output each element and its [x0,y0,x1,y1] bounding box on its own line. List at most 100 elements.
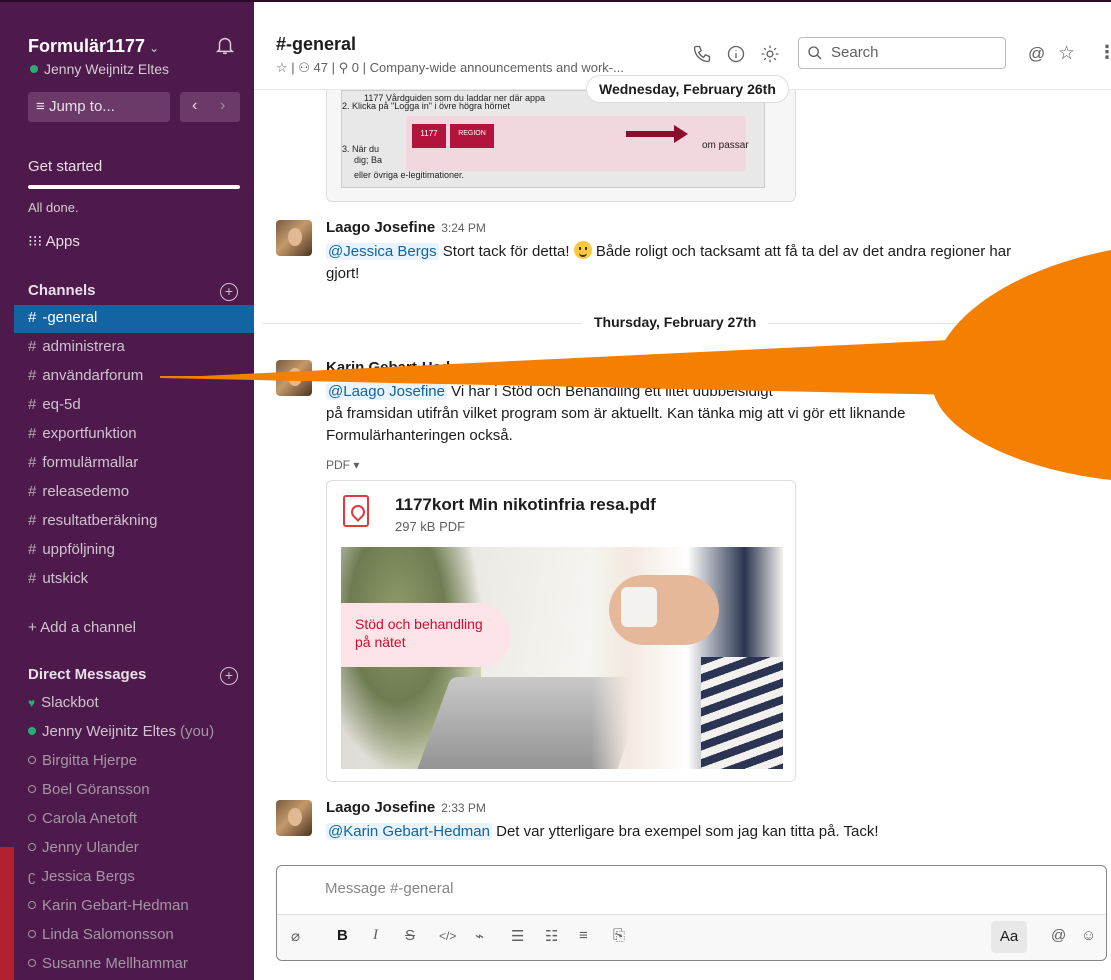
status-icon: ʗ [28,868,36,885]
dm-item-jenny-ulander[interactable]: Jenny Ulander [28,839,139,856]
code-icon[interactable]: </> [439,929,456,943]
channel-item-general[interactable]: # -general [14,305,254,333]
date-divider-label[interactable]: Thursday, February 27th [582,309,769,335]
blockquote-icon[interactable]: ≡ [579,927,588,944]
search-list-icon: ≡ [36,98,45,115]
channel-item-formularmallar[interactable]: # formulärmallar [14,450,254,478]
code-block-icon[interactable]: ⎘ [613,927,625,944]
members-icon[interactable]: ⚇ [298,60,310,75]
avatar[interactable] [276,360,312,396]
starred-items-icon[interactable]: ☆ [1058,42,1075,65]
logo: 1177 [412,124,446,148]
dm-item-slackbot[interactable]: ♥ Slackbot [28,694,99,711]
message-timestamp[interactable]: 3:24 PM [441,221,486,235]
search-input[interactable]: Search [798,37,1006,69]
message-author[interactable]: Laago Josefine 3:24 PM [326,219,486,236]
dm-item-jessica-bergs[interactable]: ʗ Jessica Bergs [28,868,135,885]
back-arrow-icon[interactable]: ‹ [192,97,197,115]
logo: REGION [450,124,494,148]
message-composer[interactable]: Message #-general ⌀ B I S </> ⌁ ☰ ☷ ≡ ⎘ … [276,865,1107,961]
apps-link[interactable]: ⁝⁝⁝ Apps [28,232,80,250]
apps-grid-icon: ⁝⁝⁝ [28,233,43,250]
progress-status: All done. [28,200,79,215]
workspace-menu[interactable]: Formulär1177 ⌄ [28,36,159,57]
user-mention[interactable]: @Laago Josefine [326,383,447,400]
avatar[interactable] [276,220,312,256]
file-name[interactable]: 1177kort Min nikotinfria resa.pdf [395,495,656,515]
avatar[interactable] [276,800,312,836]
ordered-list-icon[interactable]: ☰ [511,927,524,945]
hash-icon: # [28,367,37,384]
channel-item-anvandarforum[interactable]: # användarforum [14,363,254,391]
channel-item-exportfunktion[interactable]: # exportfunktion [14,421,254,449]
document-screenshot: 1177 Vårdguiden som du laddar ner där ap… [341,90,765,188]
mention-at-icon[interactable]: @ [1051,927,1066,944]
dm-item-linda-salomonsson[interactable]: Linda Salomonsson [28,926,174,943]
hash-icon: # [28,396,37,413]
dm-item-carola-anetoft[interactable]: Carola Anetoft [28,810,137,827]
attachment-toggle[interactable]: PDF ▾ [326,458,359,472]
user-mention[interactable]: @Karin Gebart-Hedman [326,823,492,840]
message-author[interactable]: Karin Gebart-Hedman 1:51 PM [326,359,532,376]
jump-to-button[interactable]: ≡ Jump to... [28,92,170,122]
hash-icon: # [28,512,37,529]
dm-item-susanne-mellhammar[interactable]: Susanne Mellhammar [28,955,188,972]
dm-item-karin-gebart-hedman[interactable]: Karin Gebart-Hedman [28,897,189,914]
channel-item-utskick[interactable]: # utskick [14,566,254,594]
thumbnail-label: Stöd och behandling på nätet [341,603,511,667]
file-attachment[interactable]: 1177kort Min nikotinfria resa.pdf 297 kB… [326,480,796,782]
file-thumbnail[interactable]: Stöd och behandling på nätet [341,547,783,769]
away-ring-icon [28,930,36,938]
message-body: @Jessica Bergs Stort tack för detta! Båd… [326,241,1012,282]
dm-item-boel-goransson[interactable]: Boel Göransson [28,781,150,798]
get-started-link[interactable]: Get started [28,158,102,175]
channel-item-resultatberakning[interactable]: # resultatberäkning [14,508,254,536]
more-options-icon[interactable]: ⋮ [1098,42,1111,63]
direct-messages-heading[interactable]: Direct Messages [28,666,146,683]
dm-item-self[interactable]: Jenny Weijnitz Eltes (you) [28,723,214,740]
channel-title[interactable]: #-general [276,34,356,55]
pin-icon[interactable]: ⚲ [339,60,349,75]
pdf-file-icon [343,495,369,527]
hash-icon: # [28,541,37,558]
current-user[interactable]: Jenny Weijnitz Eltes [30,61,169,77]
message-input[interactable]: Message #-general [325,880,453,897]
strikethrough-icon[interactable]: S [405,927,415,944]
attach-paperclip-icon[interactable]: ⌀ [291,927,300,945]
channel-item-releasedemo[interactable]: # releasedemo [14,479,254,507]
progress-bar [28,185,240,189]
bell-icon[interactable] [214,34,236,56]
italic-icon[interactable]: I [373,927,378,944]
bulleted-list-icon[interactable]: ☷ [545,927,558,945]
image-preview[interactable]: 1177 Vårdguiden som du laddar ner där ap… [326,90,796,202]
forward-arrow-icon[interactable]: › [220,97,225,115]
heart-icon: ♥ [28,696,36,710]
phone-icon[interactable] [692,44,712,64]
mentions-at-icon[interactable]: @ [1028,44,1045,64]
date-divider-label[interactable]: Wednesday, February 26th [586,75,789,103]
add-dm-plus-icon[interactable]: + [220,667,238,685]
formatting-toggle-button[interactable]: Aa [991,921,1027,953]
bold-icon[interactable]: B [337,927,348,944]
channel-item-administrera[interactable]: # administrera [14,334,254,362]
message-author[interactable]: Laago Josefine 2:33 PM [326,799,486,816]
info-icon[interactable] [726,44,746,64]
workspace-name: Formulär1177 [28,36,146,56]
channel-item-eq-5d[interactable]: # eq-5d [14,392,254,420]
add-channel-plus-icon[interactable]: + [220,283,238,301]
gear-icon[interactable] [760,44,780,64]
message-timestamp[interactable]: 2:33 PM [441,801,486,815]
arrow-head-icon [674,125,688,143]
user-mention[interactable]: @Jessica Bergs [326,243,439,260]
hash-icon: # [28,454,37,471]
star-icon[interactable]: ☆ [276,60,288,75]
progress-fill [28,185,240,189]
add-channel-link[interactable]: + Add a channel [28,619,136,636]
emoji-smile-icon[interactable]: ☺ [1081,927,1096,944]
smile-emoji-icon [573,241,592,259]
message-timestamp[interactable]: 1:51 PM [487,361,532,375]
link-icon[interactable]: ⌁ [475,927,484,945]
channel-item-uppfoljning[interactable]: # uppföljning [14,537,254,565]
dm-item-birgitta-hjerpe[interactable]: Birgitta Hjerpe [28,752,137,769]
channels-heading[interactable]: Channels [28,282,96,299]
